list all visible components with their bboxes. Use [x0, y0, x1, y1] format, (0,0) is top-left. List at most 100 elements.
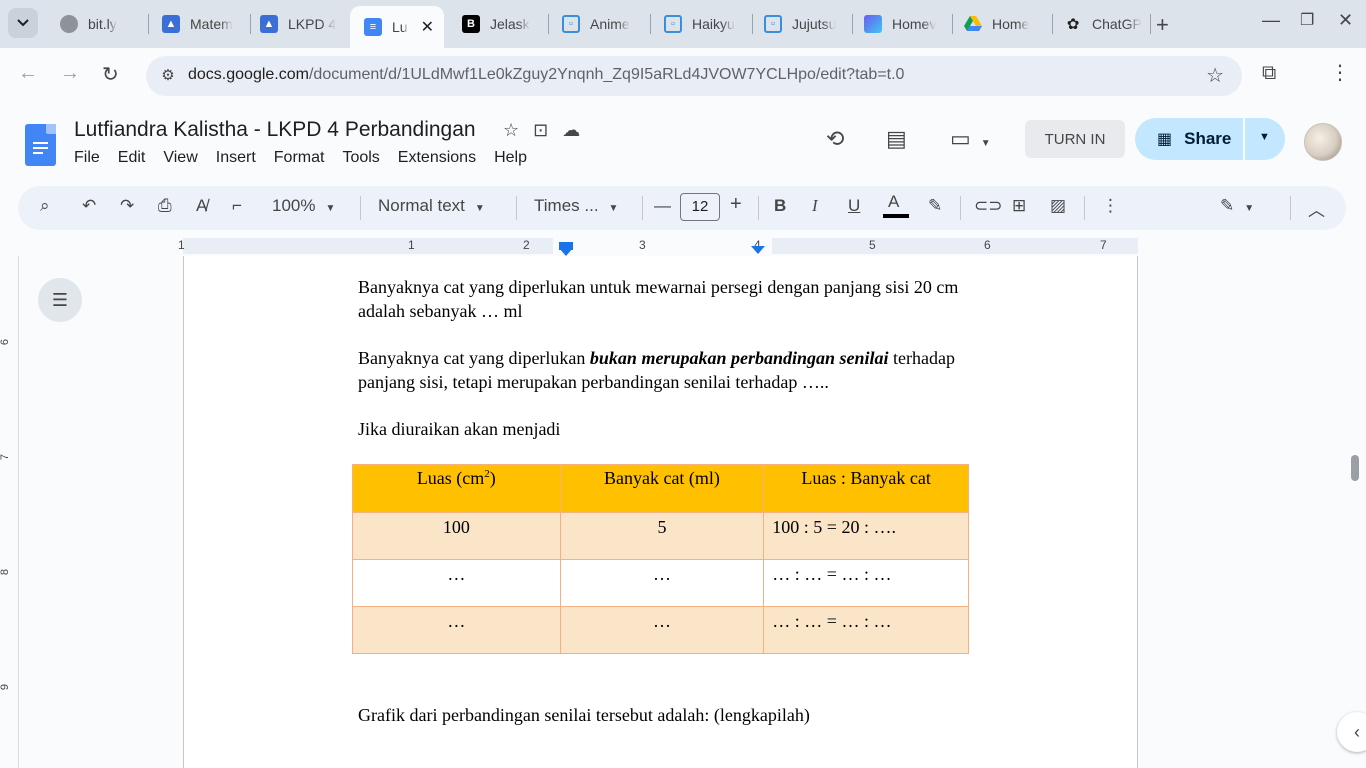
browser-toolbar: ← → ↻ ⚙ docs.google.com/document/d/1ULdM… [0, 48, 1366, 104]
browser-menu-icon[interactable]: ⋮ [1330, 60, 1350, 85]
share-dropdown-icon[interactable]: ▼ [1259, 131, 1270, 143]
docs-header: Lutfiandra Kalistha - LKPD 4 Perbandinga… [0, 104, 1366, 184]
document-title[interactable]: Lutfiandra Kalistha - LKPD 4 Perbandinga… [74, 118, 476, 142]
browser-tab[interactable]: ▫ Anime [548, 6, 648, 42]
browser-tab[interactable]: bit.ly [46, 6, 146, 42]
browser-tab[interactable]: Homev [850, 6, 950, 42]
redo-icon[interactable]: ↷ [120, 196, 134, 216]
tab-title: Home [992, 16, 1030, 32]
move-folder-icon[interactable]: ⊡ [533, 120, 548, 141]
search-menus-icon[interactable]: ⌕ [40, 196, 50, 216]
ruler-number: 6 [984, 238, 991, 252]
table-cell[interactable]: … [559, 606, 765, 654]
paint-format-icon[interactable]: ⌐ [232, 196, 242, 216]
zoom-select[interactable]: 100% ▼ [272, 196, 335, 216]
extensions-puzzle-icon[interactable]: ⧉ [1262, 62, 1276, 85]
paragraph-4[interactable]: Grafik dari perbandingan senilai tersebu… [358, 703, 810, 727]
table-header-banyak-cat[interactable]: Banyak cat (ml) [559, 464, 765, 513]
google-classroom-icon: ▲ [162, 15, 180, 33]
increase-font-size-icon[interactable]: + [730, 193, 742, 216]
table-cell[interactable]: … [559, 559, 765, 607]
document-page[interactable]: Banyaknya cat yang diperlukan untuk mewa… [183, 256, 1138, 768]
bookmark-star-icon[interactable]: ☆ [1206, 63, 1224, 88]
close-window-button[interactable]: ✕ [1338, 10, 1353, 31]
browser-tab[interactable]: ▲ Matem [148, 6, 248, 42]
avatar[interactable] [1304, 123, 1342, 161]
menu-format[interactable]: Format [274, 149, 325, 167]
cloud-saved-icon[interactable]: ☁ [562, 120, 580, 141]
browser-tab-active[interactable]: ≡ Lu ✕ [350, 6, 444, 48]
paragraph-style-select[interactable]: Normal text ▼ [378, 196, 485, 216]
new-tab-button[interactable]: + [1156, 12, 1169, 38]
site-info-icon[interactable]: ⚙ [156, 64, 180, 88]
italic-icon[interactable]: I [812, 196, 818, 216]
menu-view[interactable]: View [163, 149, 197, 167]
version-history-icon[interactable]: ⟲ [826, 126, 844, 152]
underline-icon[interactable]: U [848, 196, 860, 216]
table-cell[interactable]: 100 [352, 512, 561, 560]
address-bar[interactable]: ⚙ docs.google.com/document/d/1ULdMwf1Le0… [146, 56, 1242, 96]
menu-tools[interactable]: Tools [342, 149, 379, 167]
undo-icon[interactable]: ↶ [82, 196, 96, 216]
back-icon[interactable]: ← [18, 62, 38, 85]
browser-tab[interactable]: ▫ Jujutsu [750, 6, 850, 42]
table-cell[interactable]: … : … = … : … [763, 606, 969, 654]
star-icon[interactable]: ☆ [503, 120, 519, 141]
browser-tab[interactable]: B Jelask [448, 6, 546, 42]
table-header-luas[interactable]: Luas (cm2) [352, 464, 561, 513]
document-outline-icon[interactable]: ☰ [38, 278, 82, 322]
vertical-scrollbar-thumb[interactable] [1351, 455, 1359, 481]
paragraph-1[interactable]: Banyaknya cat yang diperlukan untuk mewa… [358, 275, 958, 323]
font-family-select[interactable]: Times ... ▼ [534, 196, 618, 216]
paragraph-3[interactable]: Jika diuraikan akan menjadi [358, 417, 560, 441]
browser-tab[interactable]: ▲ LKPD 4 [246, 6, 346, 42]
google-docs-logo-icon[interactable] [25, 124, 56, 166]
table-cell[interactable]: … [352, 559, 561, 607]
ratio-table[interactable]: Luas (cm2) Banyak cat (ml) Luas : Banyak… [352, 464, 969, 654]
url-text[interactable]: docs.google.com/document/d/1ULdMwf1Le0kZ… [188, 66, 904, 84]
table-header-ratio[interactable]: Luas : Banyak cat [763, 464, 969, 513]
comments-icon[interactable]: ▤ [886, 126, 907, 152]
turn-in-button[interactable]: TURN IN [1025, 120, 1125, 158]
globe-icon [60, 15, 78, 33]
table-cell[interactable]: … [352, 606, 561, 654]
right-indent-marker[interactable] [751, 246, 765, 254]
bold-icon[interactable]: B [774, 196, 786, 216]
menu-extensions[interactable]: Extensions [398, 149, 476, 167]
hide-menus-chevron-up-icon[interactable]: ︿ [1308, 196, 1325, 221]
editing-mode-icon[interactable]: ✎ ▼ [1220, 196, 1254, 216]
reload-icon[interactable]: ↻ [102, 62, 119, 87]
menu-insert[interactable]: Insert [216, 149, 256, 167]
menu-help[interactable]: Help [494, 149, 527, 167]
decrease-font-size-icon[interactable]: — [654, 196, 671, 216]
table-cell[interactable]: 5 [559, 512, 765, 560]
menu-file[interactable]: File [74, 149, 100, 167]
table-cell[interactable]: … : … = … : … [763, 559, 969, 607]
insert-link-icon[interactable]: ⊂⊃ [974, 196, 1003, 216]
text-run: terhadap [888, 348, 955, 368]
add-comment-icon[interactable]: ⊞ [1012, 196, 1026, 216]
paragraph-2[interactable]: Banyaknya cat yang diperlukan bukan meru… [358, 346, 955, 394]
chatgpt-icon: ✿ [1066, 16, 1080, 33]
restore-window-button[interactable]: ❐ [1300, 10, 1314, 30]
vertical-ruler: 6 7 8 9 [0, 256, 20, 768]
insert-image-icon[interactable]: ▨ [1050, 196, 1066, 216]
browser-tab[interactable]: ▫ Haikyu [650, 6, 750, 42]
minimize-window-button[interactable]: — [1262, 10, 1280, 31]
menu-edit[interactable]: Edit [118, 149, 146, 167]
forward-icon[interactable]: → [60, 62, 80, 85]
more-options-icon[interactable]: ⋮ [1102, 196, 1119, 216]
left-indent-marker[interactable] [559, 248, 573, 256]
tab-search-button[interactable] [8, 8, 38, 38]
table-cell[interactable]: 100 : 5 = 20 : …. [763, 512, 969, 560]
close-icon[interactable]: ✕ [421, 17, 434, 37]
text-color-icon[interactable]: A [888, 192, 899, 212]
highlight-color-icon[interactable]: ✎ [928, 196, 942, 216]
browser-tab[interactable]: ✿ ChatGP [1050, 6, 1150, 42]
spellcheck-icon[interactable]: A̸ [196, 196, 207, 216]
browser-tab[interactable]: Home [950, 6, 1050, 42]
font-size-input[interactable]: 12 [680, 193, 720, 221]
share-button[interactable]: ▦ Share ▼ [1135, 118, 1285, 160]
print-icon[interactable]: ⎙ [158, 196, 172, 216]
meet-camera-icon[interactable]: ▭ ▼ [950, 126, 991, 152]
